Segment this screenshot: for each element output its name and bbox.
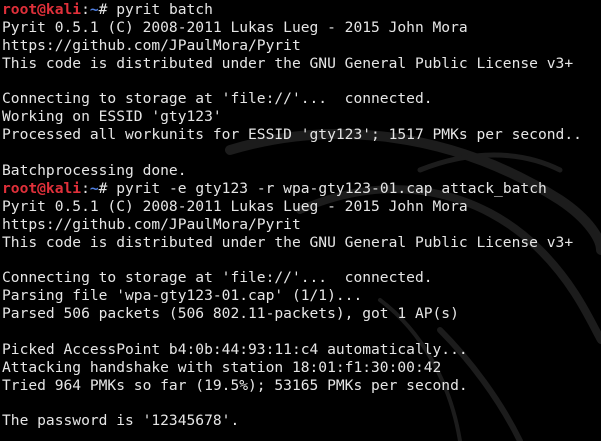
output-line: Connecting to storage at 'file://'... co…: [2, 90, 433, 108]
prompt-symbol: #: [98, 179, 117, 197]
prompt-separator: :: [81, 1, 90, 18]
password-result-line: The password is '12345678'.: [2, 412, 240, 430]
terminal-window[interactable]: root@kali:~# pyrit batch Pyrit 0.5.1 (C)…: [0, 0, 601, 441]
output-line: Picked AccessPoint b4:0b:44:93:11:c4 aut…: [2, 340, 468, 358]
output-line: Pyrit 0.5.1 (C) 2008-2011 Lukas Lueg - 2…: [2, 18, 468, 36]
prompt-separator: :: [81, 179, 90, 197]
output-line: This code is distributed under the GNU G…: [2, 54, 574, 72]
prompt-path: ~: [89, 179, 99, 197]
output-line: Processed all workunits for ESSID 'gty12…: [2, 126, 582, 144]
output-line: Batchprocessing done.: [2, 162, 187, 180]
output-line: https://github.com/JPaulMora/Pyrit: [2, 36, 301, 54]
prompt-user-host: root@kali: [2, 1, 82, 18]
output-line: Working on ESSID 'gty123': [2, 108, 222, 126]
command-text: pyrit -e gty123 -r wpa-gty123-01.cap att…: [116, 179, 547, 197]
output-line: This code is distributed under the GNU G…: [2, 233, 574, 251]
output-line: Attacking handshake with station 18:01:f…: [2, 358, 442, 376]
command-line: root@kali:~# pyrit -e gty123 -r wpa-gty1…: [2, 180, 601, 198]
prompt-symbol: #: [98, 1, 117, 18]
terminal-output: root@kali:~# pyrit batch Pyrit 0.5.1 (C)…: [2, 1, 601, 430]
output-line: Tried 964 PMKs so far (19.5%); 53165 PMK…: [2, 376, 468, 394]
output-line: Parsed 506 packets (506 802.11-packets),…: [2, 305, 459, 323]
prompt-user-host: root@kali: [2, 179, 82, 197]
command-line: root@kali:~# pyrit batch: [2, 1, 601, 19]
output-line: Connecting to storage at 'file://'... co…: [2, 269, 433, 287]
output-line: Parsing file 'wpa-gty123-01.cap' (1/1)..…: [2, 287, 363, 305]
command-text: pyrit batch: [116, 1, 213, 18]
prompt-path: ~: [89, 1, 99, 18]
output-line: Pyrit 0.5.1 (C) 2008-2011 Lukas Lueg - 2…: [2, 197, 468, 215]
output-line: https://github.com/JPaulMora/Pyrit: [2, 215, 301, 233]
